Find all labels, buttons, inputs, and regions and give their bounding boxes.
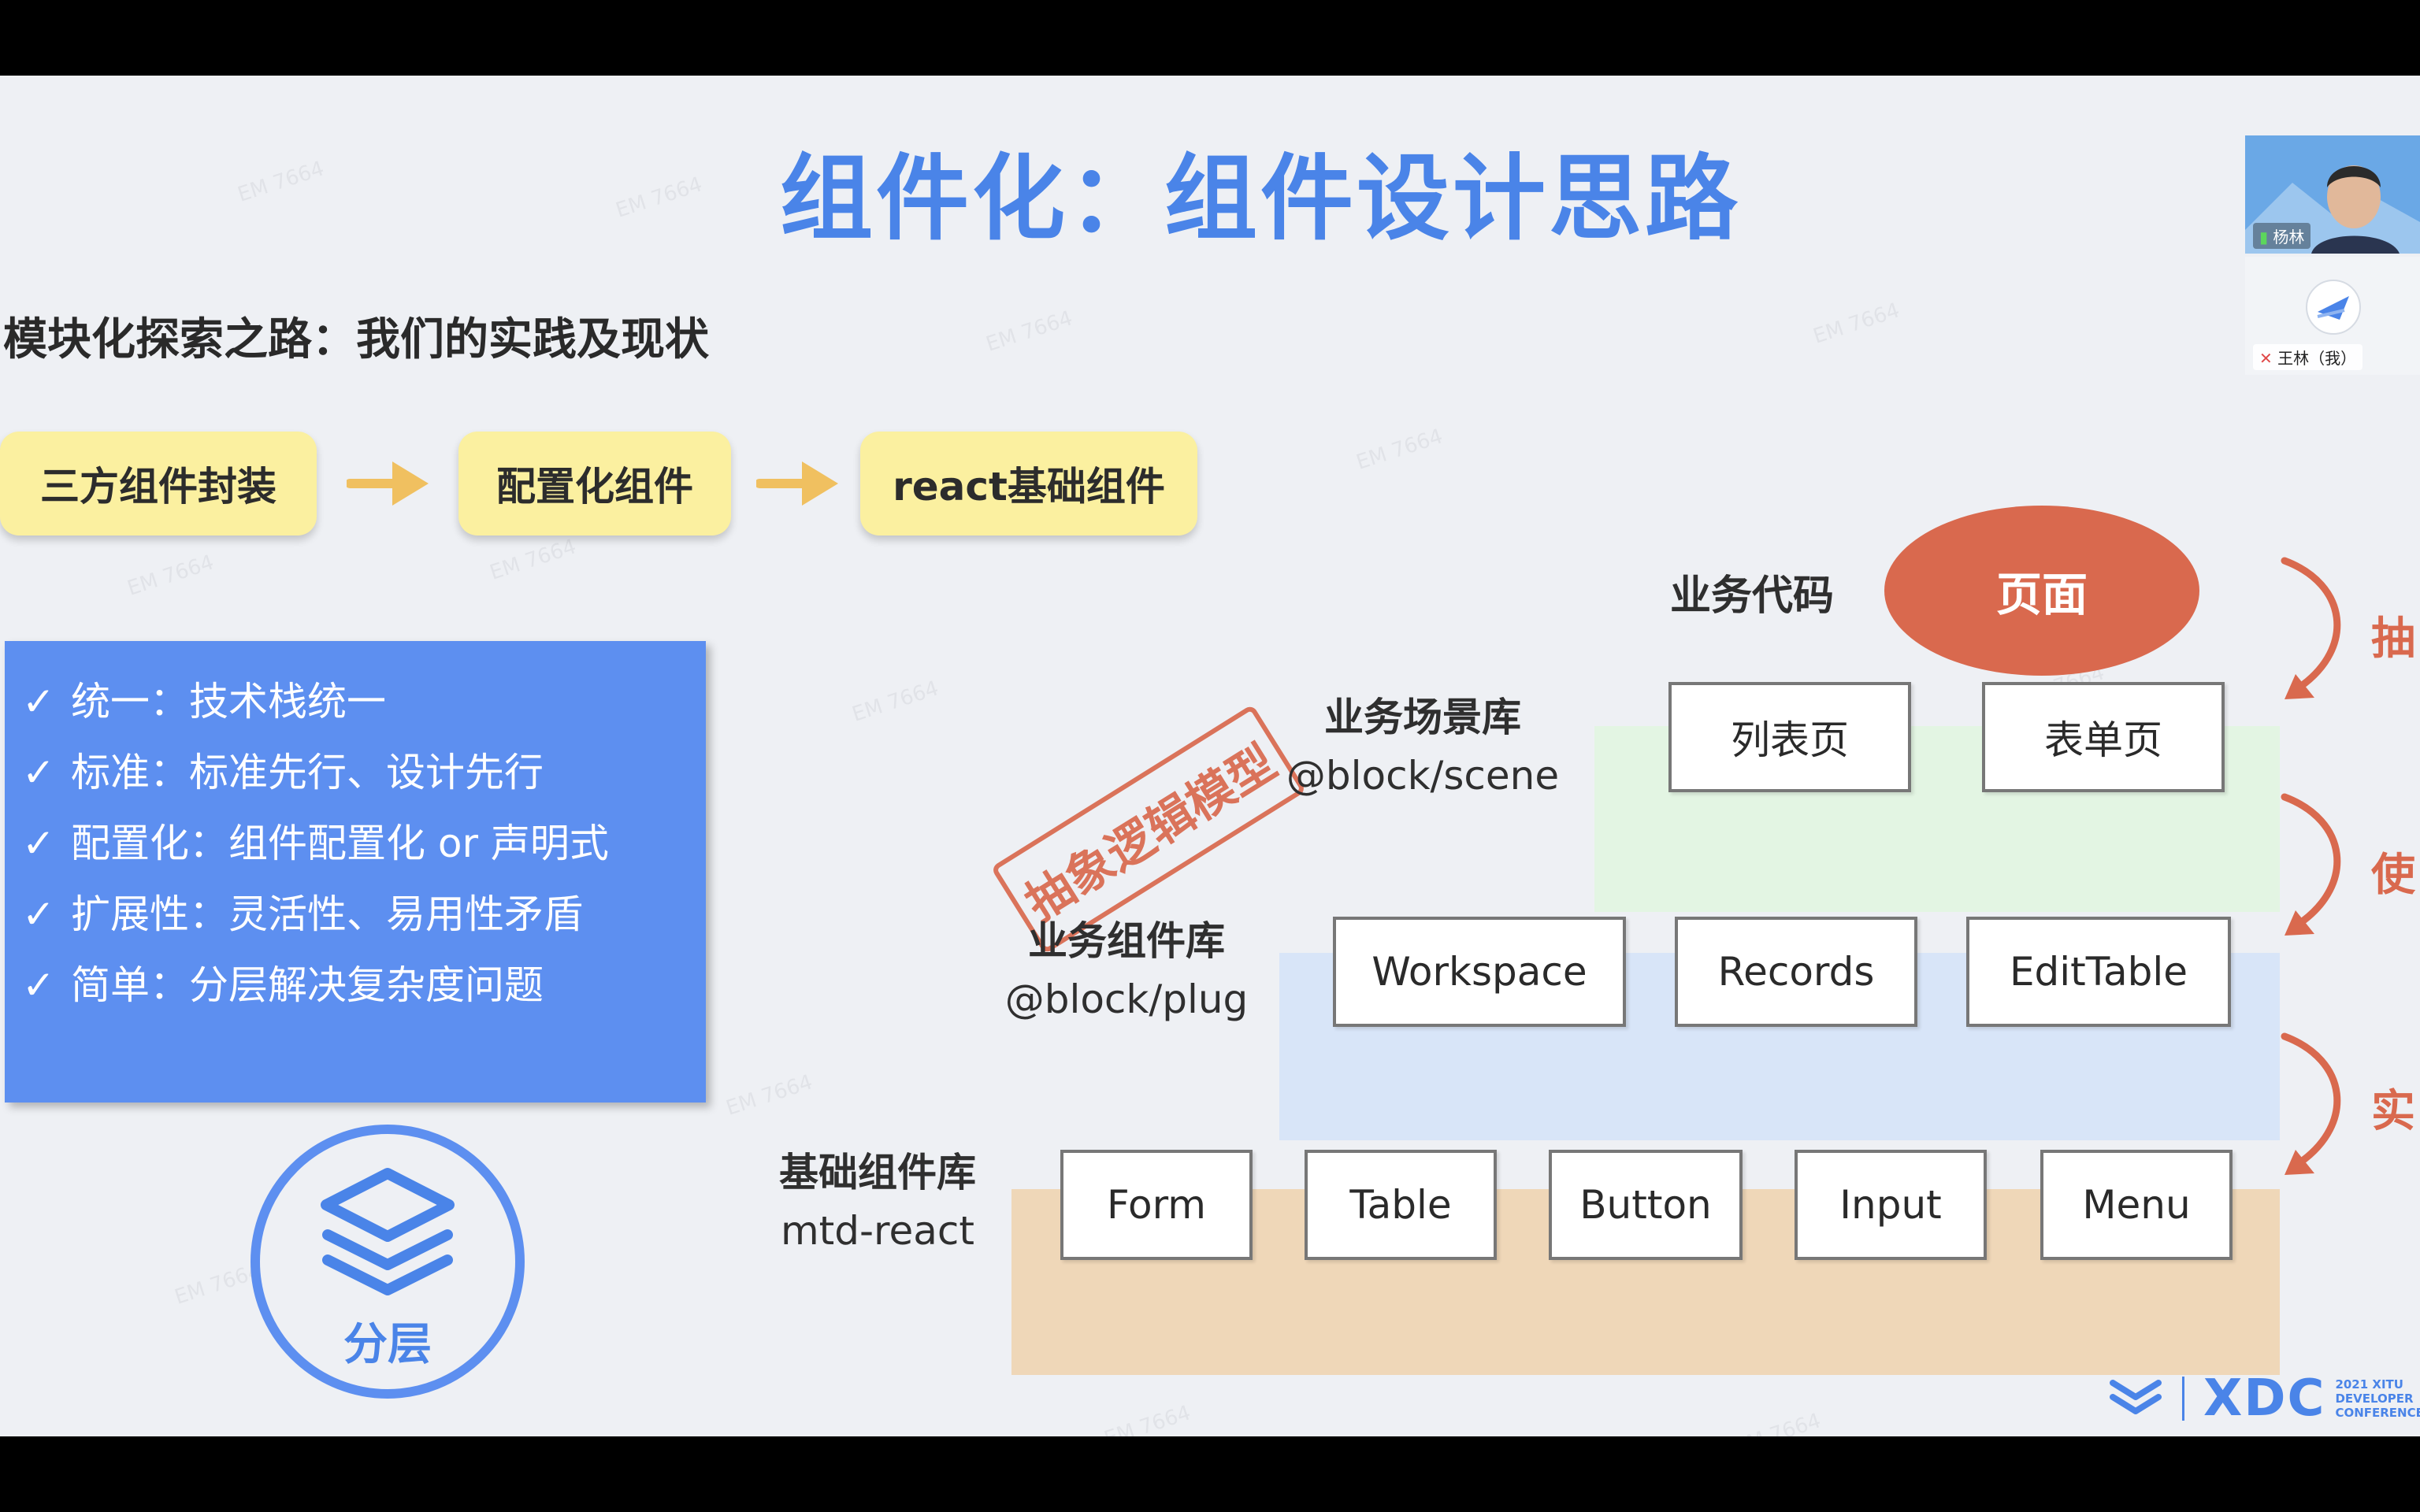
- check-icon: ✓: [22, 679, 55, 724]
- mic-on-icon: ▮: [2259, 228, 2269, 246]
- participant-video-panel[interactable]: ▮ 杨林 ✕ 王林（我）: [2245, 135, 2420, 376]
- scene-lib-label: 业务场景库 @block/scene: [1286, 695, 1560, 799]
- scene-form-page: 表单页: [1982, 682, 2225, 792]
- curved-arrow-icon: [2281, 557, 2341, 699]
- base-menu: Menu: [2040, 1150, 2233, 1260]
- flow-arrow-icon: [756, 461, 838, 506]
- page-node: 页面: [1884, 506, 2199, 676]
- flow-step-configurable: 配置化组件: [458, 432, 731, 536]
- participant-name: ▮ 杨林: [2253, 223, 2311, 249]
- base-table: Table: [1305, 1150, 1497, 1260]
- side-label-use: 使: [2371, 850, 2415, 901]
- xdc-mark-icon: [2110, 1380, 2162, 1414]
- xdc-logo: XDC 2021 XITU DEVELOPER CONFERENCE: [2108, 1367, 2420, 1430]
- flow-step-third-party: 三方组件封装: [0, 432, 317, 536]
- curved-arrow-icon: [2281, 793, 2341, 936]
- flow-arrow-icon: [347, 461, 429, 506]
- side-label-abstract: 抽: [2371, 613, 2415, 665]
- participant-tile[interactable]: ▮ 杨林: [2245, 135, 2420, 254]
- base-button: Button: [1549, 1150, 1743, 1260]
- avatar: [2306, 280, 2361, 335]
- base-input: Input: [1795, 1150, 1987, 1260]
- list-item: ✓ 扩展性：灵活性、易用性矛盾: [22, 879, 706, 950]
- slide-subtitle: 模块化探索之路：我们的实践及现状: [3, 314, 709, 365]
- list-item: ✓ 配置化：组件配置化 or 声明式: [22, 808, 706, 879]
- plug-edittable: EditTable: [1966, 917, 2231, 1027]
- plug-workspace: Workspace: [1333, 917, 1626, 1027]
- participant-name: ✕ 王林（我）: [2253, 344, 2363, 370]
- check-icon: ✓: [22, 750, 55, 795]
- check-icon: ✓: [22, 891, 55, 937]
- logo-divider: [2182, 1377, 2184, 1421]
- layers-label: 分层: [343, 1319, 432, 1370]
- mic-muted-icon: ✕: [2259, 349, 2273, 368]
- principles-panel: ✓ 统一：技术栈统一 ✓ 标准：标准先行、设计先行 ✓ 配置化：组件配置化 or 声明…: [5, 641, 706, 1102]
- business-code-label: 业务代码: [1670, 573, 1835, 620]
- check-icon: ✓: [22, 962, 55, 1008]
- check-icon: ✓: [22, 821, 55, 866]
- plug-lib-label: 业务组件库 @block/plug: [1004, 918, 1249, 1022]
- list-item: ✓ 统一：技术栈统一: [22, 666, 706, 737]
- slide-title: 组件化：组件设计思路: [780, 144, 1742, 253]
- scene-list-page: 列表页: [1668, 682, 1911, 792]
- participant-tile[interactable]: ✕ 王林（我）: [2245, 257, 2420, 375]
- layers-icon: [321, 1168, 455, 1295]
- base-lib-label: 基础组件库 mtd-react: [779, 1150, 976, 1254]
- presentation-slide: EM 7664 EM 7664 EM 7664 EM 7664 EM 7664 …: [0, 76, 2420, 1436]
- flow-step-react-base: react基础组件: [860, 432, 1197, 536]
- layers-badge: 分层: [251, 1125, 525, 1399]
- base-form: Form: [1060, 1150, 1253, 1260]
- xdc-tagline: 2021 XITU DEVELOPER CONFERENCE: [2335, 1377, 2420, 1420]
- list-item: ✓ 标准：标准先行、设计先行: [22, 737, 706, 808]
- curved-arrow-icon: [2281, 1032, 2341, 1175]
- side-label-implement: 实: [2371, 1086, 2415, 1137]
- list-item: ✓ 简单：分层解决复杂度问题: [22, 950, 706, 1021]
- plug-records: Records: [1675, 917, 1917, 1027]
